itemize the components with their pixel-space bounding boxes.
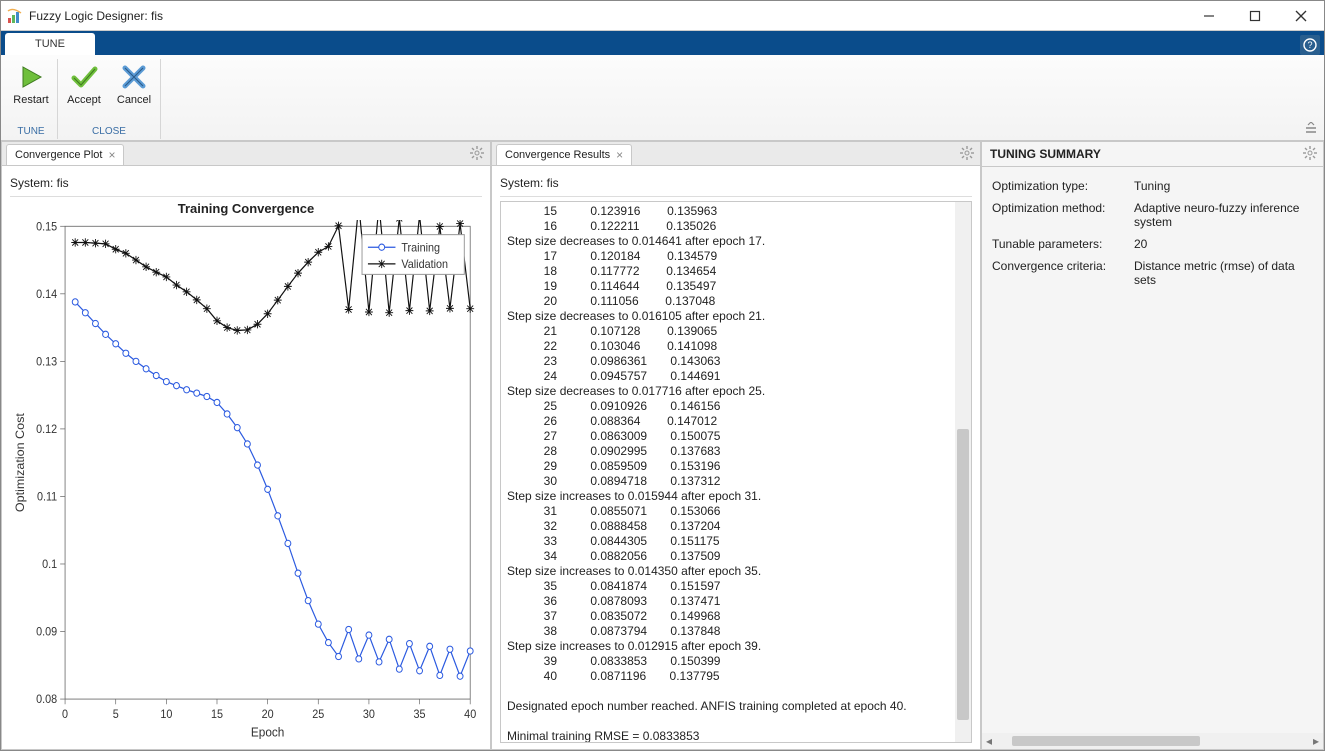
system-label-left: System: fis xyxy=(10,172,482,197)
convergence-plot-panel: Convergence Plot × System: fis Training … xyxy=(1,141,491,750)
scroll-right-icon[interactable]: ▸ xyxy=(1309,734,1323,748)
app-window: Fuzzy Logic Designer: fis TUNE ? Restart… xyxy=(0,0,1325,751)
tab-convergence-results[interactable]: Convergence Results × xyxy=(496,144,632,165)
svg-text:?: ? xyxy=(1307,40,1312,50)
svg-text:0.1: 0.1 xyxy=(42,559,57,571)
results-textarea[interactable]: 15 0.123916 0.135963 16 0.122211 0.13502… xyxy=(500,201,972,743)
scroll-left-icon[interactable]: ◂ xyxy=(982,734,996,748)
tuning-summary-panel: TUNING SUMMARY Optimization type:Tuning … xyxy=(981,141,1324,750)
toolstrip: Restart TUNE Accept Cancel CLOSE xyxy=(1,55,1324,141)
svg-text:Epoch: Epoch xyxy=(251,725,284,739)
close-icon[interactable]: × xyxy=(108,148,115,162)
main-area: Convergence Plot × System: fis Training … xyxy=(1,141,1324,750)
scrollbar-vertical[interactable] xyxy=(955,202,971,742)
svg-text:0.11: 0.11 xyxy=(37,491,57,503)
scrollbar-horizontal[interactable]: ◂ ▸ xyxy=(982,733,1323,749)
accept-button[interactable]: Accept xyxy=(60,59,108,110)
svg-text:35: 35 xyxy=(414,709,426,721)
tuning-summary-title: TUNING SUMMARY xyxy=(982,142,1323,167)
cross-icon xyxy=(120,63,148,91)
svg-text:5: 5 xyxy=(113,709,119,721)
collapse-toolstrip-icon[interactable] xyxy=(1304,122,1318,136)
window-minimize-button[interactable] xyxy=(1186,1,1232,31)
svg-text:Optimization Cost: Optimization Cost xyxy=(13,413,27,513)
window-maximize-button[interactable] xyxy=(1232,1,1278,31)
toolstrip-group-close: Accept Cancel CLOSE xyxy=(58,59,161,139)
tab-label: Convergence Results xyxy=(505,149,610,161)
svg-text:30: 30 xyxy=(363,709,375,721)
tab-convergence-plot[interactable]: Convergence Plot × xyxy=(6,144,124,165)
check-icon xyxy=(70,63,98,91)
svg-text:0.14: 0.14 xyxy=(36,289,57,301)
window-close-button[interactable] xyxy=(1278,1,1324,31)
close-icon[interactable]: × xyxy=(616,148,623,162)
cancel-button[interactable]: Cancel xyxy=(110,59,158,110)
row-convergence: Convergence criteria:Distance metric (rm… xyxy=(992,255,1313,291)
row-opt-type: Optimization type:Tuning xyxy=(992,175,1313,197)
row-tunable: Tunable parameters:20 xyxy=(992,233,1313,255)
svg-text:Validation: Validation xyxy=(401,259,448,271)
system-label-center: System: fis xyxy=(500,172,972,197)
help-icon[interactable]: ? xyxy=(1300,35,1320,55)
app-icon xyxy=(7,8,23,24)
convergence-results-panel: Convergence Results × System: fis 15 0.1… xyxy=(491,141,981,750)
ribbon-tab-tune[interactable]: TUNE xyxy=(5,33,95,55)
restart-button[interactable]: Restart xyxy=(7,59,55,110)
play-icon xyxy=(17,63,45,91)
titlebar: Fuzzy Logic Designer: fis xyxy=(1,1,1324,31)
svg-text:Training: Training xyxy=(401,242,440,254)
tab-label: Convergence Plot xyxy=(15,149,102,161)
svg-text:0.12: 0.12 xyxy=(36,424,57,436)
svg-text:20: 20 xyxy=(262,709,274,721)
gear-icon[interactable] xyxy=(470,146,484,163)
group-label-close: CLOSE xyxy=(92,124,126,139)
toolstrip-group-tune: Restart TUNE xyxy=(5,59,58,139)
svg-text:0.09: 0.09 xyxy=(36,626,57,638)
ribbon-tab-row: TUNE ? xyxy=(1,31,1324,55)
window-title: Fuzzy Logic Designer: fis xyxy=(29,9,1186,23)
svg-text:0.08: 0.08 xyxy=(36,694,57,706)
doc-tabs-left: Convergence Plot × xyxy=(2,142,490,166)
gear-icon[interactable] xyxy=(960,146,974,163)
doc-tabs-center: Convergence Results × xyxy=(492,142,980,166)
gear-icon[interactable] xyxy=(1303,146,1317,163)
svg-text:0.15: 0.15 xyxy=(36,221,57,233)
svg-text:25: 25 xyxy=(312,709,324,721)
svg-text:40: 40 xyxy=(464,709,476,721)
svg-text:10: 10 xyxy=(160,709,172,721)
chart-title: Training Convergence xyxy=(10,197,482,220)
tuning-summary-body: Optimization type:Tuning Optimization me… xyxy=(982,167,1323,749)
results-content: 15 0.123916 0.135963 16 0.122211 0.13502… xyxy=(501,202,971,742)
scrollbar-thumb[interactable] xyxy=(957,429,969,721)
svg-text:0: 0 xyxy=(62,709,68,721)
chart: 0.08 0.09 0.1 0.11 0.12 0.13 0.14 0.15 0 5 10 15 20 2… xyxy=(10,220,482,743)
scrollbar-thumb[interactable] xyxy=(1012,736,1200,746)
row-opt-method: Optimization method:Adaptive neuro-fuzzy… xyxy=(992,197,1313,233)
group-label-tune: TUNE xyxy=(17,124,44,139)
svg-text:15: 15 xyxy=(211,709,223,721)
svg-text:0.13: 0.13 xyxy=(36,356,57,368)
